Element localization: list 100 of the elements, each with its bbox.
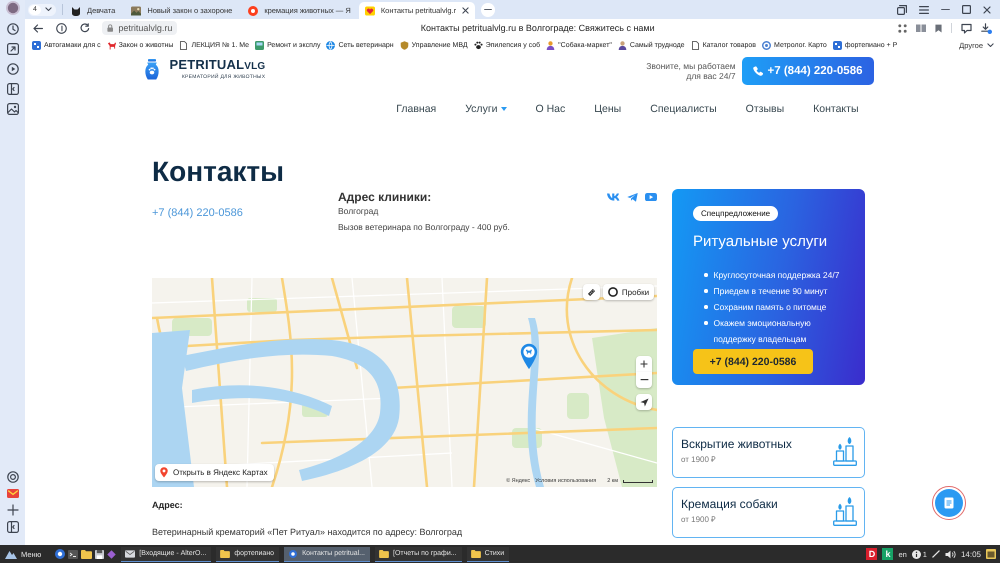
phone-button[interactable]: +7 (844) 220-0586	[742, 57, 874, 85]
tile-icon	[832, 40, 842, 50]
reader-icon[interactable]	[916, 24, 926, 32]
clock-icon[interactable]	[6, 23, 18, 35]
logo-wordmark[interactable]: PETRITUALVLG	[170, 58, 266, 74]
zoom-in-button[interactable]	[636, 356, 652, 372]
call-hours-note: Звоните, мы работаем для вас 24/7	[645, 61, 736, 81]
locate-button[interactable]	[636, 394, 652, 410]
candles-icon	[833, 497, 857, 526]
promo-list-item: Приедем в течение 90 минут	[714, 285, 828, 298]
service-card[interactable]: Вскрытие животных от 1900 ₽	[672, 427, 865, 478]
page-heading: Контакты	[152, 155, 284, 189]
dog-icon	[106, 40, 116, 50]
mountain-icon	[5, 549, 17, 559]
plus-icon[interactable]	[6, 504, 18, 516]
folder-icon	[379, 550, 389, 558]
download-icon[interactable]	[981, 22, 992, 34]
envelope-icon	[125, 550, 136, 558]
nav-link[interactable]: Главная	[396, 103, 436, 115]
cat-icon	[71, 6, 81, 16]
tray-app-button[interactable]: D	[866, 548, 878, 560]
speaker-icon[interactable]	[944, 550, 956, 558]
mail-icon[interactable]	[6, 488, 18, 499]
grid-icon[interactable]	[898, 24, 907, 32]
nav-link[interactable]: Отзывы	[746, 103, 784, 115]
plus-icon	[640, 360, 648, 368]
clock-time[interactable]: 14:05	[960, 550, 981, 558]
nav-link[interactable]: Цены	[594, 103, 622, 115]
minimize-icon[interactable]	[941, 8, 950, 10]
new-tab-button[interactable]	[481, 2, 496, 16]
scale-bar-icon	[623, 480, 653, 482]
promo-list-item: Окажем эмоциональную поддержку владельцам	[714, 317, 812, 346]
zoom-out-button[interactable]	[636, 372, 652, 388]
nav-link[interactable]: Контакты	[813, 103, 858, 115]
caret-icon	[45, 7, 52, 12]
window-icon[interactable]	[986, 549, 996, 559]
chat-button[interactable]	[932, 486, 966, 520]
circle-icon[interactable]	[55, 549, 66, 559]
folder-icon[interactable]	[81, 550, 92, 558]
image-icon[interactable]	[6, 103, 18, 115]
person-icon	[546, 40, 556, 50]
open-in-maps-button[interactable]: Открыть в Яндекс Картах	[155, 464, 274, 481]
video-play-icon[interactable]	[645, 193, 657, 202]
reload-icon[interactable]	[80, 23, 90, 33]
stack-icon[interactable]	[897, 4, 907, 14]
service-price: от 1900 ₽	[681, 454, 716, 466]
service-price: от 1900 ₽	[681, 514, 716, 526]
caret-icon	[987, 42, 994, 48]
square-arrow-icon[interactable]	[6, 43, 18, 55]
promo-title: Ритуальные услуги	[693, 233, 828, 251]
circle-icon	[288, 550, 298, 558]
ruler-button[interactable]	[583, 284, 600, 300]
bookmark-icon[interactable]	[935, 24, 942, 32]
phone-icon	[752, 66, 763, 76]
minus-icon	[640, 379, 648, 381]
service-card[interactable]: Кремация собаки от 1900 ₽	[672, 487, 865, 538]
paw-icon	[474, 40, 483, 50]
panel-icon[interactable]	[6, 83, 18, 95]
circle-icon	[248, 6, 258, 16]
terminal-icon[interactable]	[68, 550, 78, 558]
gem-icon[interactable]	[107, 550, 116, 558]
maximize-icon[interactable]	[962, 5, 971, 14]
ring-icon[interactable]	[56, 22, 67, 34]
back-icon[interactable]	[33, 24, 43, 32]
bullet-icon	[704, 289, 708, 292]
profile-avatar[interactable]	[6, 1, 20, 15]
floppy-icon[interactable]	[95, 550, 104, 558]
urn-icon[interactable]	[144, 58, 160, 80]
candles-icon	[833, 437, 857, 466]
globe-icon	[326, 40, 336, 50]
close-icon[interactable]	[462, 7, 470, 14]
traffic-button[interactable]: Пробки	[603, 284, 654, 300]
paper-plane-icon[interactable]	[627, 193, 638, 202]
shield-icon	[400, 40, 409, 50]
page-icon	[690, 40, 700, 50]
play-icon[interactable]	[6, 63, 18, 75]
ring-icon	[608, 287, 618, 297]
bullet-icon	[704, 273, 708, 276]
nav-link[interactable]: Специалисты	[650, 103, 717, 115]
close-icon[interactable]	[983, 6, 991, 14]
ring-icon[interactable]	[6, 471, 18, 483]
nav-link[interactable]: Услуги	[465, 103, 507, 115]
panel-icon[interactable]	[6, 521, 18, 533]
promo-list-item: Сохраним память о питомце	[714, 301, 826, 314]
slash-icon[interactable]	[932, 550, 940, 558]
address-label: Адрес:	[152, 499, 183, 511]
document-icon	[944, 497, 954, 509]
info-icon[interactable]	[912, 550, 921, 558]
menu-icon[interactable]	[919, 6, 929, 14]
bubble-icon[interactable]	[961, 22, 972, 34]
nav-link[interactable]: О Нас	[536, 103, 566, 115]
person-icon	[618, 40, 627, 50]
promo-phone-button[interactable]: +7 (844) 220-0586	[693, 349, 813, 374]
address-heading: Адрес клиники:	[338, 190, 432, 204]
map-marker-icon[interactable]	[520, 343, 538, 370]
city-text: Волгоград	[338, 205, 378, 218]
address-field[interactable]: petritualvlg.ru	[102, 21, 178, 35]
vk-icon[interactable]	[607, 193, 620, 202]
page-icon	[179, 40, 188, 50]
tile-icon	[32, 40, 41, 50]
